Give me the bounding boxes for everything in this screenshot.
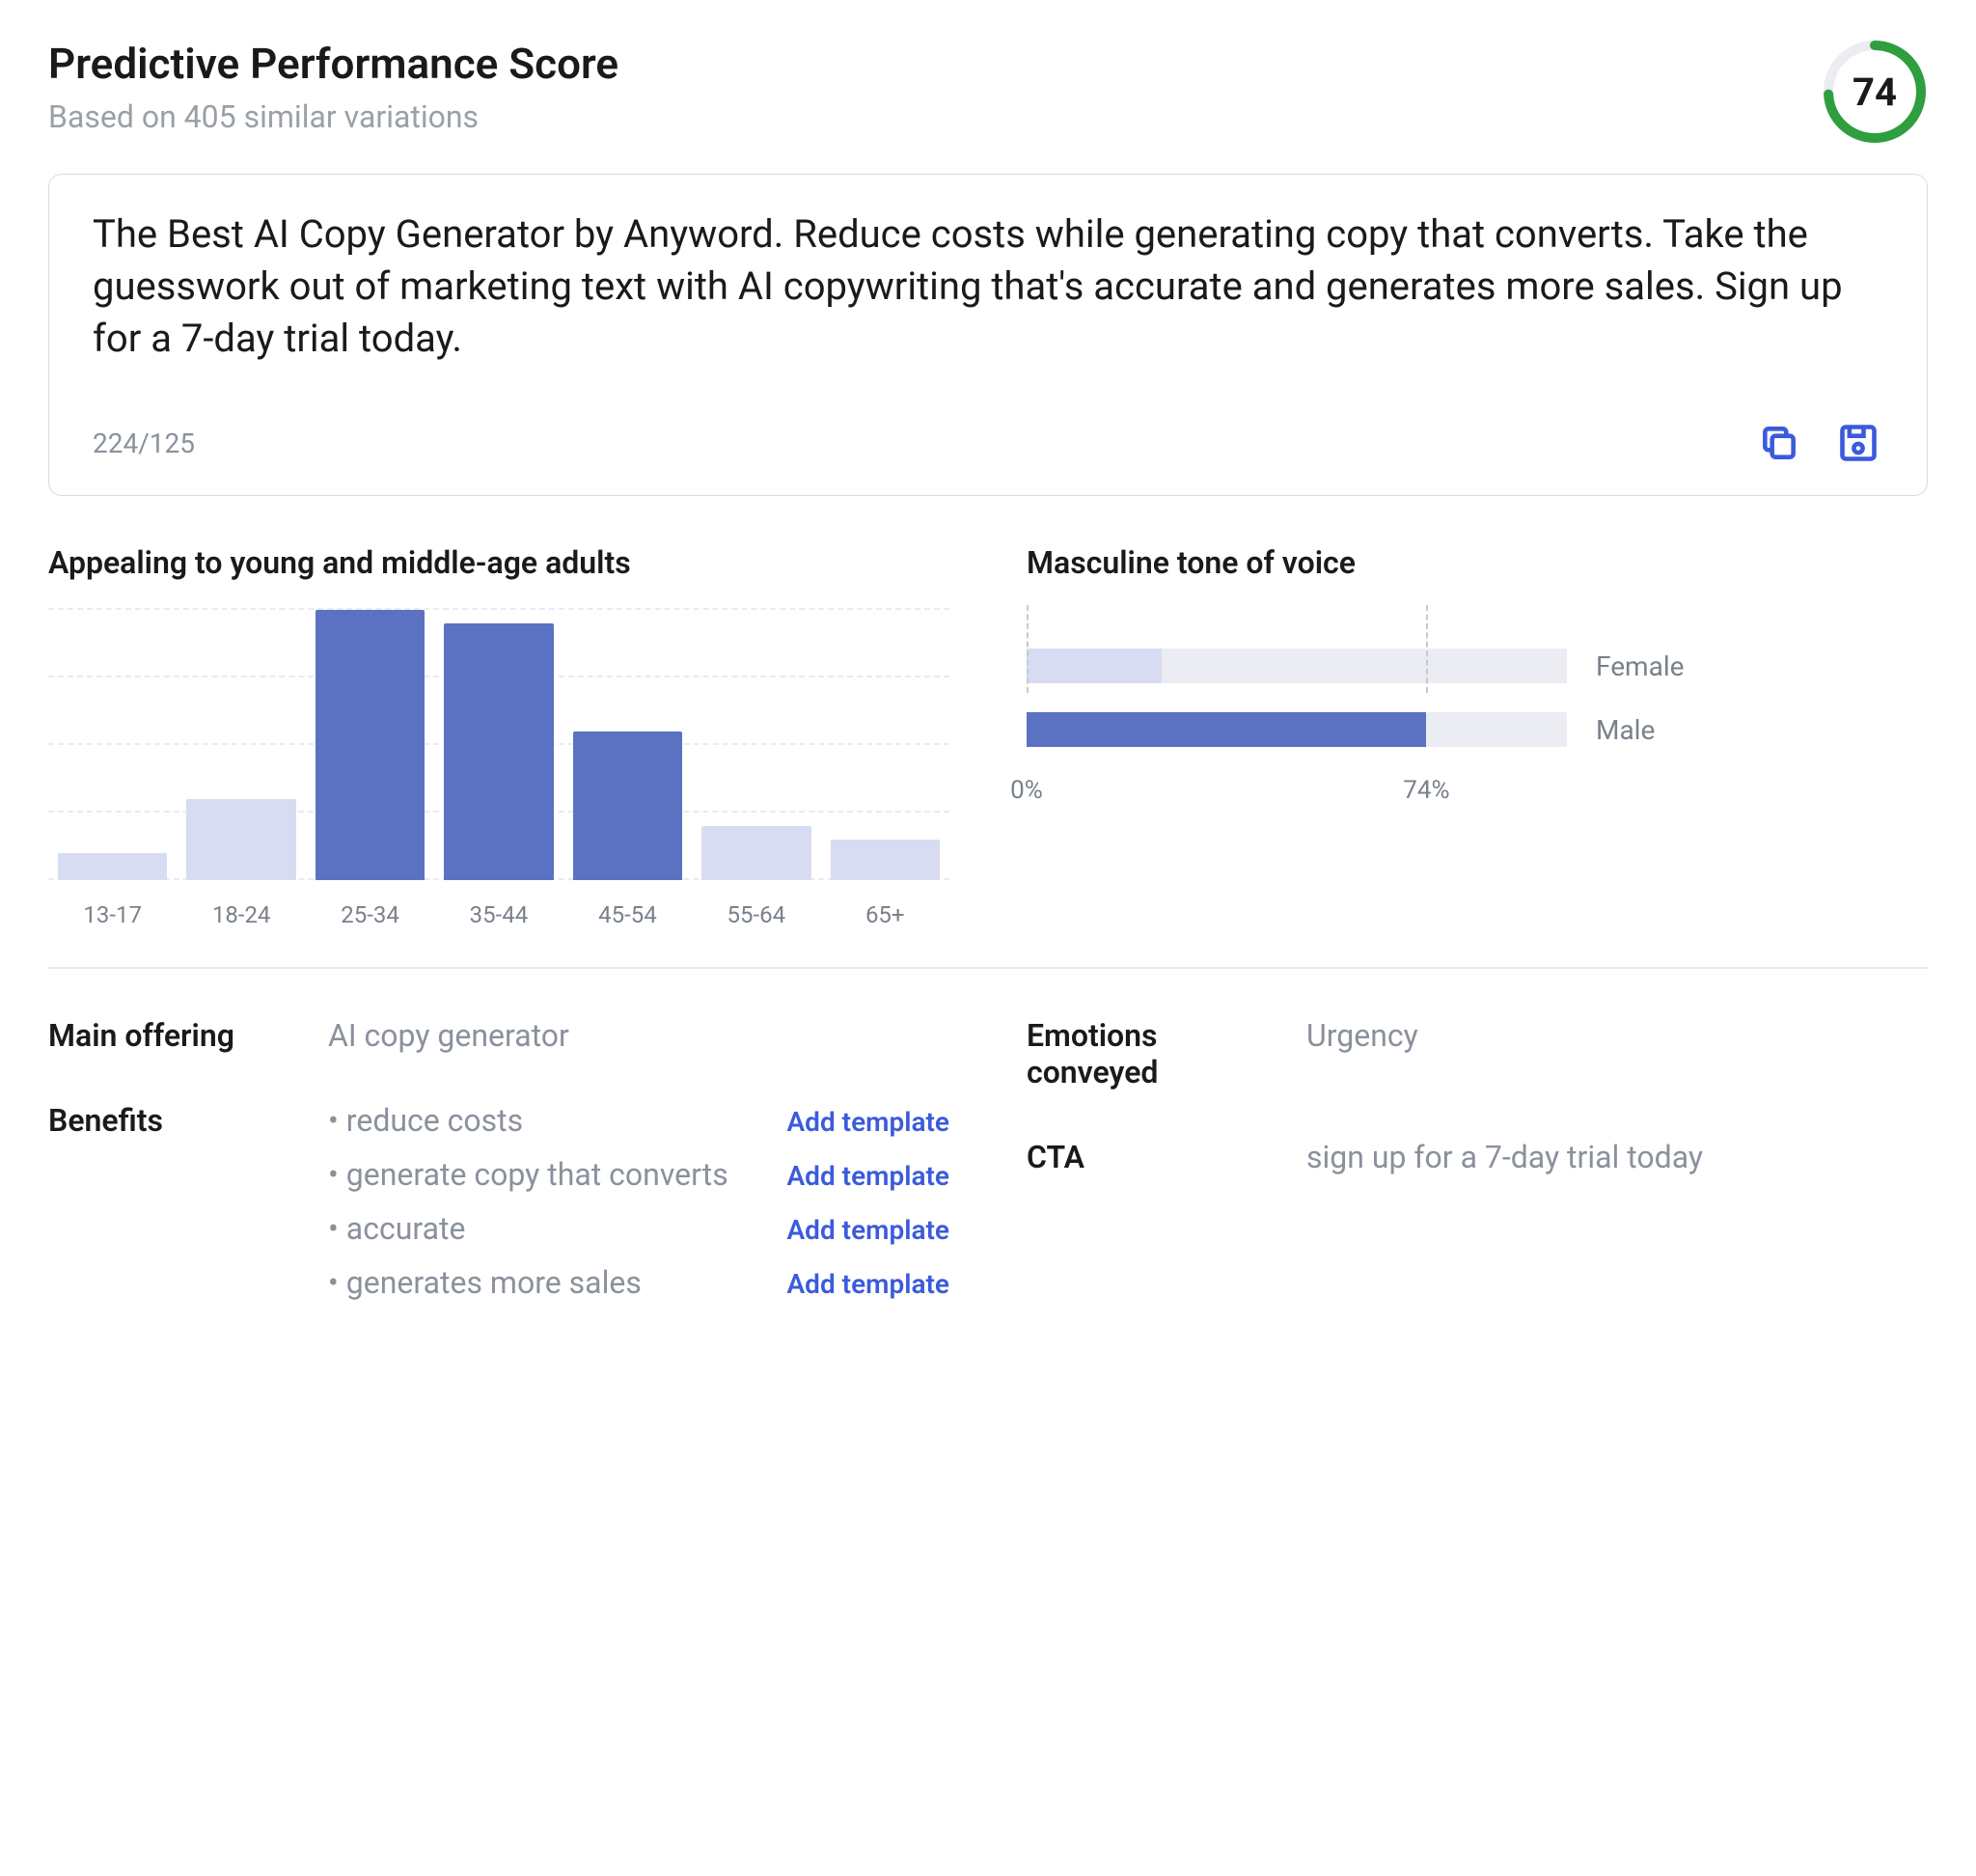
tone-axis-min: 0% bbox=[1010, 776, 1043, 805]
divider bbox=[48, 967, 1928, 969]
page-title: Predictive Performance Score bbox=[48, 39, 618, 89]
benefits-label: Benefits bbox=[48, 1102, 289, 1139]
age-bar bbox=[573, 731, 682, 880]
benefit-text: •reduce costs bbox=[328, 1102, 523, 1139]
add-template-link[interactable]: Add template bbox=[786, 1268, 949, 1300]
age-chart: Appealing to young and middle-age adults… bbox=[48, 544, 949, 928]
age-bar bbox=[58, 853, 167, 880]
age-chart-title: Appealing to young and middle-age adults bbox=[48, 544, 949, 581]
copy-icon[interactable] bbox=[1754, 418, 1804, 468]
score-value: 74 bbox=[1822, 39, 1928, 145]
tone-bar-label: Female bbox=[1596, 650, 1684, 682]
copy-text[interactable]: The Best AI Copy Generator by Anyword. R… bbox=[93, 208, 1883, 365]
benefit-item: •accurate Add template bbox=[328, 1210, 949, 1247]
cta-label: CTA bbox=[1027, 1139, 1268, 1175]
tone-chart: Masculine tone of voice FemaleMale 0%74% bbox=[1027, 544, 1928, 928]
age-bar bbox=[831, 840, 940, 880]
tone-bar bbox=[1027, 712, 1567, 747]
age-label: 55-64 bbox=[701, 901, 810, 928]
page-subtitle: Based on 405 similar variations bbox=[48, 98, 618, 135]
tone-axis-max: 74% bbox=[1403, 776, 1449, 805]
benefit-item: •reduce costs Add template bbox=[328, 1102, 949, 1139]
emotions-label: Emotions conveyed bbox=[1027, 1017, 1268, 1090]
tone-chart-title: Masculine tone of voice bbox=[1027, 544, 1928, 581]
add-template-link[interactable]: Add template bbox=[786, 1214, 949, 1246]
emotions-value: Urgency bbox=[1306, 1017, 1928, 1054]
age-label: 35-44 bbox=[444, 901, 553, 928]
add-template-link[interactable]: Add template bbox=[786, 1106, 949, 1138]
copy-card: The Best AI Copy Generator by Anyword. R… bbox=[48, 174, 1928, 496]
char-counter: 224/125 bbox=[93, 428, 195, 459]
benefit-text: •generate copy that converts bbox=[328, 1156, 728, 1193]
cta-value: sign up for a 7-day trial today bbox=[1306, 1139, 1928, 1175]
age-label: 13-17 bbox=[58, 901, 167, 928]
score-ring: 74 bbox=[1822, 39, 1928, 145]
tone-bar-label: Male bbox=[1596, 714, 1655, 746]
main-offering-value: AI copy generator bbox=[328, 1017, 949, 1054]
age-label: 18-24 bbox=[186, 901, 295, 928]
benefit-text: •accurate bbox=[328, 1210, 465, 1247]
main-offering-label: Main offering bbox=[48, 1017, 289, 1054]
age-label: 65+ bbox=[831, 901, 940, 928]
age-bar bbox=[701, 826, 810, 880]
add-template-link[interactable]: Add template bbox=[786, 1160, 949, 1192]
benefit-item: •generate copy that converts Add template bbox=[328, 1156, 949, 1193]
age-label: 45-54 bbox=[573, 901, 682, 928]
age-bar bbox=[444, 623, 553, 880]
benefit-item: •generates more sales Add template bbox=[328, 1264, 949, 1301]
age-bar bbox=[186, 799, 295, 880]
age-bar bbox=[316, 610, 425, 880]
age-label: 25-34 bbox=[316, 901, 425, 928]
tone-bar bbox=[1027, 648, 1567, 683]
benefit-text: •generates more sales bbox=[328, 1264, 642, 1301]
save-icon[interactable] bbox=[1833, 418, 1883, 468]
